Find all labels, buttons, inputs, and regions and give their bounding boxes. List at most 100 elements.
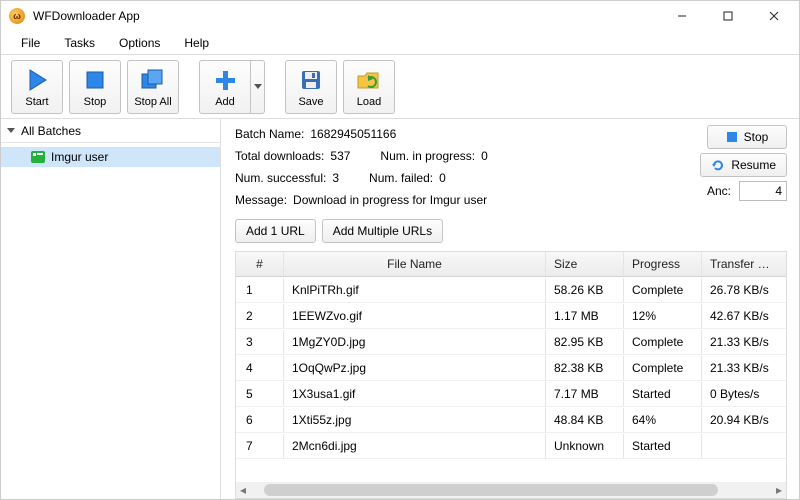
minimize-button[interactable]	[659, 1, 705, 31]
add-label: Add	[215, 96, 235, 108]
cell-progress: 64%	[624, 408, 702, 432]
collapse-icon	[7, 128, 15, 133]
load-button[interactable]: Load	[343, 60, 395, 114]
batch-stop-button[interactable]: Stop	[707, 125, 787, 149]
cell-filename: 1MgZY0D.jpg	[284, 330, 546, 354]
inprogress-label: Num. in progress:	[380, 149, 475, 163]
cell-index: 5	[236, 382, 284, 406]
table-row[interactable]: 21EEWZvo.gif1.17 MB12%42.67 KB/s	[236, 303, 786, 329]
stop-all-icon	[139, 66, 167, 94]
batch-stop-label: Stop	[744, 130, 769, 144]
total-value: 537	[330, 149, 350, 163]
table-row[interactable]: 51X3usa1.gif7.17 MBStarted0 Bytes/s	[236, 381, 786, 407]
col-progress[interactable]: Progress	[624, 252, 702, 276]
sidebar: All Batches Imgur user	[1, 119, 221, 499]
anc-input[interactable]	[739, 181, 787, 201]
table-row[interactable]: 72Mcn6di.jpgUnknownStarted	[236, 433, 786, 459]
scroll-right-icon: ▸	[772, 483, 786, 497]
save-icon	[297, 66, 325, 94]
cell-size: 58.26 KB	[546, 278, 624, 302]
add-dropdown[interactable]	[251, 60, 265, 114]
col-filename[interactable]: File Name	[284, 252, 546, 276]
batch-icon	[31, 151, 45, 163]
stop-label: Stop	[84, 96, 107, 108]
horizontal-scrollbar[interactable]: ◂ ▸	[236, 482, 786, 498]
sidebar-header-label: All Batches	[21, 124, 81, 138]
cell-size: 82.38 KB	[546, 356, 624, 380]
close-button[interactable]	[751, 1, 797, 31]
cell-progress: 12%	[624, 304, 702, 328]
save-label: Save	[298, 96, 323, 108]
menu-tasks[interactable]: Tasks	[54, 34, 105, 52]
toolbar: Start Stop Stop All Add Save Load	[1, 55, 799, 119]
batch-resume-label: Resume	[731, 158, 776, 172]
col-rate[interactable]: Transfer Rate	[702, 252, 786, 276]
stop-all-button[interactable]: Stop All	[127, 60, 179, 114]
downloads-table: # File Name Size Progress Transfer Rate …	[235, 251, 787, 499]
cell-index: 2	[236, 304, 284, 328]
table-header: # File Name Size Progress Transfer Rate	[236, 252, 786, 277]
cell-rate: 42.67 KB/s	[702, 304, 786, 328]
load-label: Load	[357, 96, 381, 108]
start-label: Start	[25, 96, 48, 108]
sidebar-header[interactable]: All Batches	[1, 119, 220, 143]
add-one-url-label: Add 1 URL	[246, 224, 305, 238]
cell-progress: Started	[624, 434, 702, 458]
table-row[interactable]: 41OqQwPz.jpg82.38 KBComplete21.33 KB/s	[236, 355, 786, 381]
inprogress-value: 0	[481, 149, 488, 163]
menu-options[interactable]: Options	[109, 34, 170, 52]
maximize-button[interactable]	[705, 1, 751, 31]
stop-all-label: Stop All	[134, 96, 171, 108]
failed-value: 0	[439, 171, 446, 185]
cell-progress: Complete	[624, 330, 702, 354]
add-button[interactable]: Add	[199, 60, 251, 114]
menu-help[interactable]: Help	[174, 34, 219, 52]
cell-filename: KnlPiTRh.gif	[284, 278, 546, 302]
table-row[interactable]: 31MgZY0D.jpg82.95 KBComplete21.33 KB/s	[236, 329, 786, 355]
success-value: 3	[332, 171, 339, 185]
message-label: Message:	[235, 193, 287, 207]
title-bar: ω WFDownloader App	[1, 1, 799, 31]
table-row[interactable]: 1KnlPiTRh.gif58.26 KBComplete26.78 KB/s	[236, 277, 786, 303]
cell-index: 1	[236, 278, 284, 302]
cell-index: 4	[236, 356, 284, 380]
col-size[interactable]: Size	[546, 252, 624, 276]
folder-open-icon	[355, 66, 383, 94]
batch-name-label: Batch Name:	[235, 127, 304, 141]
cell-filename: 1X3usa1.gif	[284, 382, 546, 406]
stop-button[interactable]: Stop	[69, 60, 121, 114]
cell-rate: 21.33 KB/s	[702, 356, 786, 380]
play-icon	[23, 66, 51, 94]
cell-size: 48.84 KB	[546, 408, 624, 432]
scrollbar-thumb[interactable]	[264, 484, 718, 496]
cell-index: 7	[236, 434, 284, 458]
cell-index: 6	[236, 408, 284, 432]
add-one-url-button[interactable]: Add 1 URL	[235, 219, 316, 243]
batch-tree: Imgur user	[1, 143, 220, 171]
anc-label: Anc:	[707, 184, 731, 198]
add-multiple-urls-button[interactable]: Add Multiple URLs	[322, 219, 443, 243]
cell-rate	[702, 441, 786, 451]
sidebar-item-imgur-user[interactable]: Imgur user	[1, 147, 220, 167]
message-value: Download in progress for Imgur user	[293, 193, 487, 207]
cell-rate: 21.33 KB/s	[702, 330, 786, 354]
success-label: Num. successful:	[235, 171, 326, 185]
add-multiple-urls-label: Add Multiple URLs	[333, 224, 432, 238]
save-button[interactable]: Save	[285, 60, 337, 114]
start-button[interactable]: Start	[11, 60, 63, 114]
batch-resume-button[interactable]: Resume	[700, 153, 787, 177]
cell-size: Unknown	[546, 434, 624, 458]
cell-rate: 0 Bytes/s	[702, 382, 786, 406]
sidebar-item-label: Imgur user	[51, 150, 108, 164]
menu-file[interactable]: File	[11, 34, 50, 52]
cell-filename: 1Xti55z.jpg	[284, 408, 546, 432]
stop-icon	[81, 66, 109, 94]
total-label: Total downloads:	[235, 149, 324, 163]
col-index[interactable]: #	[236, 252, 284, 276]
menu-bar: File Tasks Options Help	[1, 31, 799, 55]
stop-icon	[726, 131, 738, 143]
cell-filename: 1OqQwPz.jpg	[284, 356, 546, 380]
app-icon: ω	[9, 8, 25, 24]
cell-filename: 1EEWZvo.gif	[284, 304, 546, 328]
table-row[interactable]: 61Xti55z.jpg48.84 KB64%20.94 KB/s	[236, 407, 786, 433]
